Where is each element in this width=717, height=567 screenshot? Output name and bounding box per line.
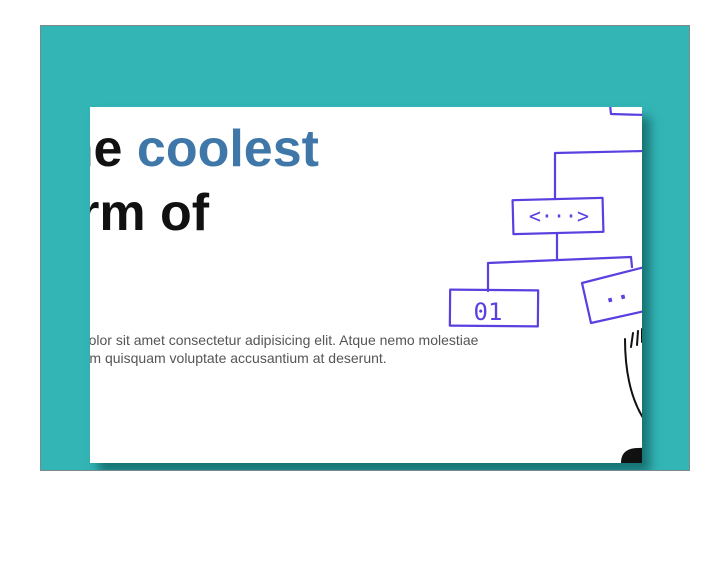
hero-lead-text: Lorem ipsum dolor sit amet consectetur a… (90, 331, 478, 367)
hero-card: The coolest form of Lorem ipsum dolor si… (90, 107, 642, 463)
tree-connector-top (553, 149, 642, 201)
tree-node-dots-label: ·· (601, 284, 633, 315)
tree-node-tag-label: <···> (529, 204, 589, 228)
headline-prefix: The (90, 120, 123, 178)
preview-frame: The coolest form of Lorem ipsum dolor si… (40, 25, 690, 471)
lead-line-1: Lorem ipsum dolor sit amet consectetur a… (90, 332, 479, 348)
sketch-base-shape (621, 447, 642, 463)
hero-headline: The coolest form of (90, 117, 319, 245)
lead-line-2: voluptas, veniam quisquam voluptate accu… (90, 350, 387, 366)
tree-connector-branches (486, 232, 634, 293)
headline-accent: coolest (136, 120, 319, 178)
headline-line-2: form of (90, 184, 210, 242)
code-tree-illustration: <···> 01 ·· (448, 107, 642, 463)
tree-node-binary-label: 01 (474, 298, 503, 326)
tree-node-top (609, 107, 642, 117)
sketch-figure (624, 328, 642, 419)
headline-line-1: The coolest (90, 117, 319, 181)
